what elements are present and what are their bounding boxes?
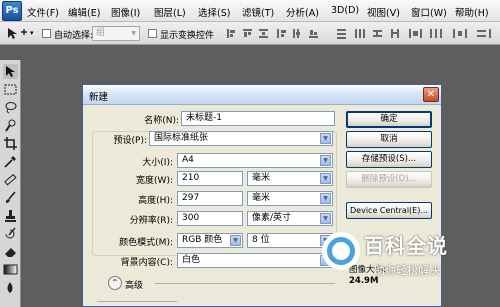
advanced-section-hint bbox=[97, 301, 177, 306]
background-label: 背景内容(C): bbox=[120, 258, 173, 268]
menu-filter[interactable]: 滤镜(T) bbox=[242, 5, 274, 19]
color-mode-label: 颜色模式(M): bbox=[119, 238, 173, 248]
background-dropdown[interactable]: 白色 ▼ bbox=[177, 253, 333, 268]
menu-window[interactable]: 窗口(W) bbox=[411, 5, 447, 19]
background-value: 白色 bbox=[182, 255, 201, 265]
resolution-unit-value: 像素/英寸 bbox=[252, 213, 292, 223]
menu-layer[interactable]: 图层(L) bbox=[154, 5, 186, 19]
menu-file[interactable]: 文件(F) bbox=[27, 5, 59, 19]
width-unit-value: 毫米 bbox=[252, 173, 271, 183]
delete-preset-button[interactable]: 删除预设(D)... bbox=[346, 171, 432, 188]
watermark-title: 百科全说 bbox=[364, 234, 448, 258]
menu-help[interactable]: 帮助(H) bbox=[455, 5, 489, 19]
device-central-button[interactable]: Device Central(E)... bbox=[346, 202, 432, 219]
crop-tool-icon[interactable] bbox=[3, 136, 18, 151]
menu-edit[interactable]: 编辑(E) bbox=[68, 5, 100, 19]
options-bar: ▾ 自动选择: 组 ▼ 显示变换控件 bbox=[0, 22, 500, 45]
menu-image[interactable]: 图像(I) bbox=[111, 5, 140, 19]
resolution-input[interactable]: 300 bbox=[177, 211, 243, 226]
watermark-subtitle: 助你轻松解决 bbox=[374, 264, 440, 277]
menu-analysis[interactable]: 分析(A) bbox=[286, 5, 319, 19]
save-preset-button[interactable]: 存储预设(S)... bbox=[346, 151, 432, 168]
resolution-label: 分辨率(R): bbox=[129, 216, 173, 226]
lasso-tool-icon[interactable] bbox=[3, 100, 18, 115]
width-unit-dropdown[interactable]: 毫米 ▼ bbox=[247, 171, 333, 186]
align-distribute-icons[interactable] bbox=[225, 27, 500, 40]
bit-depth-value: 8 位 bbox=[252, 235, 270, 245]
eyedropper-tool-icon[interactable] bbox=[3, 154, 18, 169]
move-tool-icon[interactable] bbox=[6, 27, 28, 40]
menu-select[interactable]: 选择(S) bbox=[198, 5, 230, 19]
blur-tool-icon[interactable] bbox=[3, 280, 18, 295]
chevron-down-icon: ▼ bbox=[320, 193, 331, 204]
clone-stamp-tool-icon[interactable] bbox=[3, 208, 18, 223]
auto-select-checkbox[interactable] bbox=[42, 29, 51, 38]
move-tool-icon[interactable] bbox=[3, 64, 18, 79]
height-input[interactable]: 297 bbox=[177, 191, 243, 206]
chevron-down-icon[interactable]: ▾ bbox=[30, 29, 34, 37]
healing-brush-tool-icon[interactable] bbox=[3, 172, 18, 187]
chevron-down-icon: ▼ bbox=[230, 235, 241, 246]
height-unit-dropdown[interactable]: 毫米 ▼ bbox=[247, 191, 333, 206]
quick-selection-tool-icon[interactable] bbox=[3, 118, 18, 133]
preset-dropdown[interactable]: 国际标准纸张 ▼ bbox=[149, 131, 333, 146]
advanced-divider bbox=[155, 283, 335, 284]
size-label: 大小(I): bbox=[142, 158, 173, 168]
preset-label: 预设(P): bbox=[113, 136, 147, 146]
chevron-down-icon: ▼ bbox=[320, 155, 331, 166]
size-dropdown[interactable]: A4 ▼ bbox=[177, 153, 333, 168]
width-input[interactable]: 210 bbox=[177, 171, 243, 186]
cancel-button[interactable]: 取消 bbox=[346, 131, 432, 148]
dialog-title: 新建 bbox=[89, 92, 109, 103]
height-label: 高度(H): bbox=[138, 196, 173, 206]
auto-select-value: 组 bbox=[96, 28, 106, 38]
chevron-down-icon: ▼ bbox=[320, 173, 331, 184]
show-transform-checkbox[interactable] bbox=[148, 29, 157, 38]
menu-3d[interactable]: 3D(D) bbox=[331, 5, 359, 16]
name-label: 名称(N): bbox=[144, 116, 179, 126]
chevron-down-icon: ▼ bbox=[131, 30, 136, 37]
bit-depth-dropdown[interactable]: 8 位 ▼ bbox=[247, 233, 333, 248]
menu-view[interactable]: 视图(V) bbox=[367, 5, 400, 19]
size-value: A4 bbox=[182, 155, 194, 165]
watermark-logo-icon bbox=[322, 232, 360, 270]
history-brush-tool-icon[interactable] bbox=[3, 226, 18, 241]
show-transform-label: 显示变换控件 bbox=[160, 31, 215, 41]
color-mode-dropdown[interactable]: RGB 颜色 ▼ bbox=[177, 233, 243, 248]
auto-select-dropdown[interactable]: 组 ▼ bbox=[92, 26, 140, 41]
auto-select-label: 自动选择: bbox=[54, 31, 94, 41]
marquee-tool-icon[interactable] bbox=[3, 82, 18, 97]
chevron-down-icon: ▼ bbox=[320, 133, 331, 144]
advanced-label: 高级 bbox=[125, 281, 144, 291]
name-input[interactable]: 未标题-1 bbox=[181, 111, 335, 126]
eraser-tool-icon[interactable] bbox=[3, 244, 18, 259]
chevron-double-up-icon[interactable]: ⌃ bbox=[108, 276, 122, 290]
tools-panel bbox=[0, 60, 21, 307]
dialog-titlebar[interactable]: 新建 ✕ bbox=[83, 85, 441, 105]
resolution-unit-dropdown[interactable]: 像素/英寸 ▼ bbox=[247, 211, 333, 226]
gradient-tool-icon[interactable] bbox=[3, 262, 18, 277]
preset-value: 国际标准纸张 bbox=[154, 133, 209, 143]
ok-button[interactable]: 确定 bbox=[346, 111, 432, 128]
photoshop-logo-icon[interactable]: Ps bbox=[2, 1, 22, 21]
watermark: 百科全说 助你轻松解决 bbox=[322, 228, 492, 290]
color-mode-value: RGB 颜色 bbox=[182, 235, 223, 245]
height-unit-value: 毫米 bbox=[252, 193, 271, 203]
brush-tool-icon[interactable] bbox=[3, 190, 18, 205]
menu-bar: Ps 文件(F) 编辑(E) 图像(I) 图层(L) 选择(S) 滤镜(T) 分… bbox=[0, 0, 500, 22]
chevron-down-icon: ▼ bbox=[320, 213, 331, 224]
width-label: 宽度(W): bbox=[136, 176, 173, 186]
close-icon[interactable]: ✕ bbox=[423, 87, 439, 102]
